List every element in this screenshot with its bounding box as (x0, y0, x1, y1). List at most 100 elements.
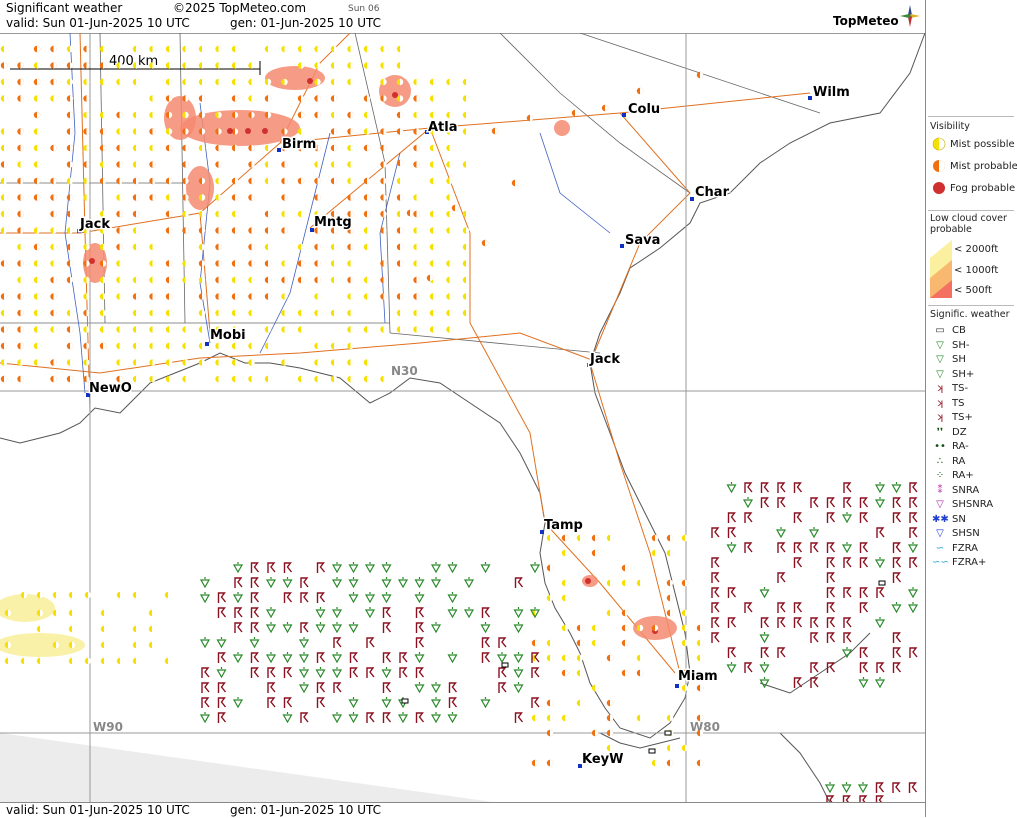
mist-probable-marker (363, 177, 371, 185)
sigwx-sh--icon: ▽ (936, 339, 944, 351)
shower-marker (759, 587, 770, 599)
mist-probable-marker (66, 260, 74, 267)
thunderstorm-marker (217, 697, 227, 708)
shower-marker (891, 482, 902, 494)
mist-probable-marker (66, 62, 74, 69)
mist-possible-marker (462, 309, 470, 317)
shower-marker (430, 712, 442, 724)
mist-possible-marker (330, 359, 338, 366)
mist-marker (546, 564, 554, 572)
mist-marker (666, 534, 674, 542)
mist-probable-marker (182, 161, 189, 168)
mist-possible-marker (83, 293, 90, 300)
mist-marker (666, 714, 674, 722)
mist-possible-marker (413, 260, 420, 267)
shower-marker (249, 637, 260, 649)
generated-time: gen: 01-Jun-2025 10 UTC (230, 16, 382, 30)
mist-probable-marker (231, 177, 239, 185)
mist-probable-marker (83, 161, 90, 168)
grid-label-w90: W90 (93, 720, 123, 734)
thunderstorm-marker (909, 557, 918, 568)
mist-possible-marker (132, 657, 140, 665)
mist-marker (546, 759, 554, 767)
mist-probable-marker (116, 210, 123, 218)
thunderstorm-marker (810, 632, 819, 643)
mist-possible-marker (314, 62, 321, 69)
footer-valid: valid: Sun 01-Jun-2025 10 UTC (6, 803, 190, 817)
shower-marker (232, 697, 244, 709)
mist-marker (636, 579, 644, 587)
mist-probable-marker (0, 293, 8, 300)
roads (0, 33, 811, 674)
shower-marker (199, 592, 211, 604)
thunderstorm-marker (826, 557, 836, 568)
mist-probable-marker (380, 128, 387, 135)
shower-marker (232, 562, 244, 574)
mist-probable-marker (215, 276, 222, 284)
mist-probable-marker (17, 260, 24, 267)
mist-probable-marker (50, 293, 57, 300)
mist-possible-marker (215, 194, 222, 201)
thunderstorm-marker (843, 587, 852, 598)
mist-probable-marker (526, 114, 534, 122)
legend-sigwx-cb: ▭ CB (932, 325, 966, 336)
mist-probable-marker (297, 260, 305, 267)
mist-possible-marker (36, 625, 44, 633)
mist-probable-marker (380, 293, 387, 300)
legend-mist-probable: Mist probable (932, 159, 1017, 173)
shower-marker (381, 697, 392, 709)
fog-marker (89, 258, 95, 264)
mist-probable-marker (17, 210, 24, 218)
thunderstorm-marker (201, 682, 210, 693)
mist-marker (621, 669, 629, 677)
mist-probable-marker (50, 177, 57, 185)
mist-marker (666, 549, 674, 557)
mist-possible-marker (83, 144, 90, 152)
shower-marker (726, 542, 737, 554)
mist-probable-marker (83, 62, 90, 69)
mist-possible-marker (396, 177, 404, 185)
mist-probable-marker (182, 95, 189, 102)
mist-marker (696, 759, 704, 767)
mist-probable-marker (0, 375, 8, 383)
weather-map[interactable]: N30 W90 W80 400 km Birm Atla Colu Wilm C… (0, 33, 925, 803)
mist-possible-marker (66, 177, 74, 185)
thunderstorm-marker (777, 572, 786, 583)
mist-possible-marker (446, 293, 453, 300)
mist-probable-marker (380, 161, 387, 168)
mist-possible-marker (396, 326, 404, 333)
mist-probable-marker (182, 227, 189, 234)
mist-probable-marker (314, 243, 321, 251)
mist-possible-marker (165, 309, 173, 317)
mist-possible-marker (462, 276, 470, 284)
mist-probable-marker (396, 260, 404, 267)
mist-possible-marker (66, 78, 74, 86)
mist-possible-marker (281, 78, 288, 86)
mist-probable-marker (0, 161, 8, 168)
mist-possible-marker (165, 128, 173, 135)
thunderstorm-marker (826, 497, 836, 508)
mist-probable-marker (66, 342, 74, 350)
mist-marker (606, 534, 614, 542)
mist-possible-marker (281, 309, 288, 317)
mist-possible-marker (347, 309, 354, 317)
mist-probable-marker (314, 111, 321, 119)
mist-possible-marker (215, 78, 222, 86)
mist-probable-marker (330, 144, 338, 152)
mist-marker (696, 714, 704, 722)
thunderstorm-marker (909, 512, 918, 523)
mist-possible-marker (99, 111, 107, 119)
shower-marker (232, 592, 244, 604)
mist-probable-marker (165, 293, 173, 300)
mist-probable-marker (380, 210, 387, 218)
mist-possible-marker (429, 260, 437, 267)
mist-possible-marker (198, 144, 206, 152)
mist-probable-marker (99, 342, 107, 350)
thunderstorm-marker (892, 497, 902, 508)
mist-marker (531, 639, 539, 647)
city-birm: Birm (282, 137, 316, 152)
shower-marker (331, 667, 343, 679)
mist-marker (621, 609, 629, 617)
mist-probable-marker (413, 95, 420, 102)
thunderstorm-marker (366, 667, 375, 678)
